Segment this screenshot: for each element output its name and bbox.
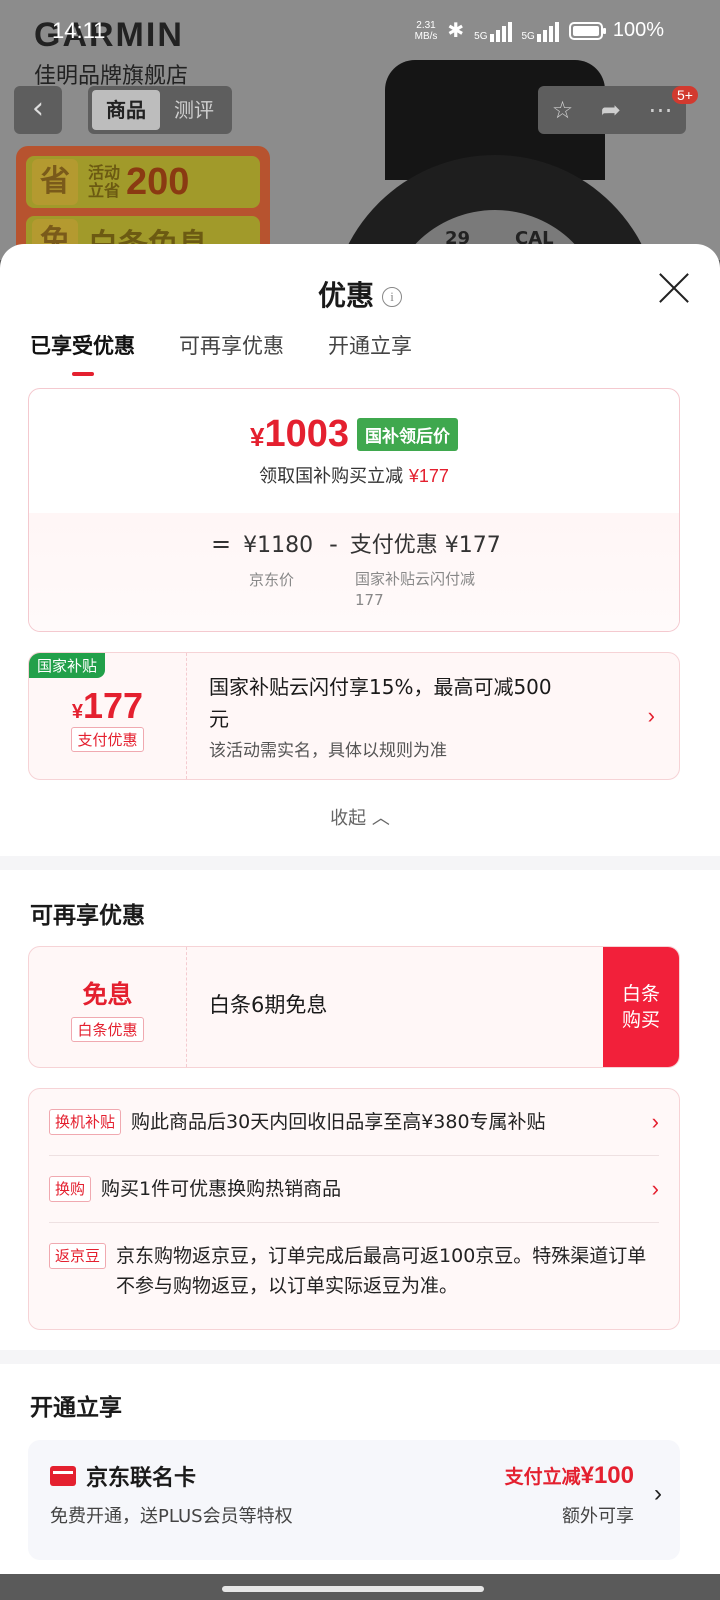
benefits-list: 换机补贴 购此商品后30天内回收旧品享至高¥380专属补贴 › 换购 购买1件可…: [28, 1088, 680, 1330]
benefit-exchange[interactable]: 换购 购买1件可优惠换购热销商品 ›: [49, 1156, 659, 1223]
subsidy-label: 支付优惠: [71, 727, 144, 752]
home-indicator[interactable]: [0, 1574, 720, 1600]
benefit-text: 京东购物返京豆，订单完成后最高可返100京豆。特殊渠道订单不参与购物返豆，以订单…: [116, 1245, 647, 1297]
benefit-tag: 返京豆: [49, 1243, 107, 1269]
section-divider: [0, 1350, 720, 1364]
collapse-button[interactable]: 收起 ︿: [0, 804, 720, 830]
tab-review[interactable]: 测评: [160, 90, 228, 130]
discount-sheet: 优惠 i 已享受优惠 可再享优惠 开通立享 ¥1003 国补领后价 领取国补购买立…: [0, 244, 720, 1574]
tab-open[interactable]: 开通立享: [328, 330, 412, 372]
battery-percent: 100%: [612, 19, 664, 41]
price-summary-card: ¥1003 国补领后价 领取国补购买立减 ¥177 = ¥1180 - 支付优惠…: [28, 388, 680, 632]
tab-enjoyed[interactable]: 已享受优惠: [30, 330, 135, 376]
status-bar: 14:11 2.31 MB/s ✱ 5G 5G 100%: [0, 0, 720, 62]
back-button[interactable]: ‹: [14, 86, 62, 134]
benefit-text: 购买1件可优惠换购热销商品: [101, 1178, 342, 1200]
signal-icon: 5G: [474, 20, 512, 42]
subsidy-amount: ¥177: [71, 685, 144, 726]
chevron-right-icon: ›: [647, 703, 655, 728]
subsidy-text: 国家补贴云闪付享15%，最高可减500 元 该活动需实名，具体以规则为准: [209, 675, 552, 761]
chevron-right-icon: ›: [654, 1480, 662, 1507]
sheet-title: 优惠 i: [0, 274, 720, 314]
benefit-text: 购此商品后30天内回收旧品享至高¥380专属补贴: [131, 1111, 546, 1133]
baitiao-label: 白条优惠: [71, 1017, 144, 1042]
close-button[interactable]: [658, 272, 690, 304]
status-time: 14:11: [52, 18, 106, 43]
jd-price: ¥1180: [243, 533, 314, 558]
info-icon[interactable]: i: [382, 287, 402, 307]
jd-price-label: 京东价: [249, 571, 295, 589]
product-page-background: GARMIN 佳明品牌旗舰店 29 CAL ‹ 商品 测评 ☆ ➦ ⋯ 5+ 省…: [0, 0, 720, 260]
chevron-up-icon: ︿: [371, 808, 390, 829]
share-icon[interactable]: ➦: [601, 96, 621, 124]
open-title: 开通立享: [30, 1395, 122, 1421]
final-price: ¥1003: [249, 413, 349, 455]
interest-free-card: 免息 白条优惠 白条6期免息 白条 购买: [28, 946, 680, 1068]
benefit-trade-in[interactable]: 换机补贴 购此商品后30天内回收旧品享至高¥380专属补贴 ›: [49, 1089, 659, 1156]
section-divider: [0, 856, 720, 870]
card-desc: 免费开通，送PLUS会员等特权: [50, 1506, 293, 1527]
chevron-right-icon: ›: [651, 1109, 659, 1134]
top-actions: ☆ ➦ ⋯: [538, 86, 686, 134]
card-name: 京东联名卡: [86, 1466, 197, 1491]
more-discounts-title: 可再享优惠: [30, 903, 145, 929]
chevron-right-icon: ›: [651, 1176, 659, 1201]
subsidy-corner-tag: 国家补贴: [29, 653, 106, 678]
favorite-icon[interactable]: ☆: [552, 96, 574, 124]
battery-icon: [568, 21, 606, 40]
price-tag: 国补领后价: [357, 418, 458, 451]
more-icon[interactable]: ⋯: [648, 96, 672, 124]
card-offer: 支付立减¥100: [504, 1462, 634, 1489]
price-formula: = ¥1180 - 支付优惠 ¥177: [211, 527, 501, 559]
discount-tabs: 已享受优惠 可再享优惠 开通立享: [30, 330, 412, 376]
message-badge: 5+: [672, 86, 698, 104]
net-speed: 2.31 MB/s: [414, 19, 438, 42]
benefit-jd-beans: 返京豆 京东购物返京豆，订单完成后最高可返100京豆。特殊渠道订单不参与购物返豆…: [49, 1223, 659, 1319]
signal-icon-2: 5G: [522, 20, 559, 42]
subsidy-coupon[interactable]: 国家补贴 ¥177 支付优惠 国家补贴云闪付享15%，最高可减500 元 该活动…: [28, 652, 680, 780]
tab-more[interactable]: 可再享优惠: [179, 330, 284, 372]
price-subtitle: 领取国补购买立减 ¥177: [259, 466, 449, 487]
benefit-tag: 换机补贴: [49, 1109, 122, 1135]
tab-product[interactable]: 商品: [92, 90, 160, 130]
card-extra: 额外可享: [562, 1506, 634, 1527]
interest-free-text: 白条6期免息: [209, 993, 328, 1017]
credit-card-icon: [50, 1466, 76, 1486]
pay-discount: 支付优惠 ¥177: [349, 533, 501, 558]
pay-discount-label: 国家补贴云闪付减 177: [355, 570, 476, 609]
interest-free-name: 免息: [82, 980, 133, 1009]
product-tabs: 商品 测评: [88, 86, 232, 134]
jd-cobrand-card[interactable]: 京东联名卡 免费开通，送PLUS会员等特权 支付立减¥100 额外可享 ›: [28, 1440, 680, 1560]
promo-card: 省 活动立省 200 免 白条免息: [16, 146, 270, 260]
bluetooth-icon: ✱: [447, 20, 465, 42]
baitiao-buy-button[interactable]: 白条 购买: [603, 947, 679, 1067]
benefit-tag: 换购: [49, 1176, 92, 1202]
